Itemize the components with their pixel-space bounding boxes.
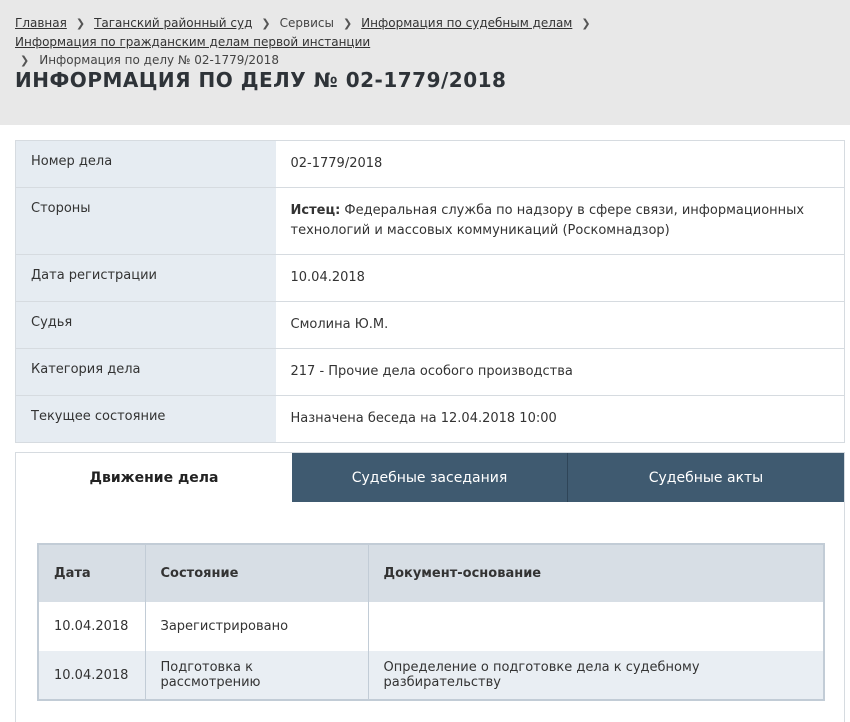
column-header-status: Состояние: [145, 544, 369, 602]
table-cell-date: 10.04.2018: [38, 651, 146, 700]
table-cell-document: [368, 602, 825, 651]
category-value: 217 - Прочие дела особого производства: [275, 348, 845, 396]
plaintiff-label: Истец:: [290, 203, 341, 218]
case-info-table: Номер дела 02-1779/2018 Стороны Истец: Ф…: [15, 140, 845, 443]
case-info-row: Категория дела 217 - Прочие дела особого…: [15, 348, 845, 396]
plaintiff-name: Федеральная служба по надзору в сфере св…: [290, 203, 805, 238]
breadcrumb-link-civil-cases[interactable]: Информация по гражданским делам первой и…: [15, 35, 370, 49]
tab-bar: Движение дела Судебные заседания Судебны…: [16, 453, 844, 502]
case-info-label: Категория дела: [15, 348, 276, 396]
column-header-date: Дата: [38, 544, 146, 602]
table-cell-date: 10.04.2018: [38, 602, 146, 651]
case-info-label: Стороны: [15, 187, 276, 255]
table-row: 10.04.2018 Зарегистрировано: [38, 602, 825, 651]
case-info-label: Текущее состояние: [15, 395, 276, 443]
column-header-document: Документ-основание: [368, 544, 825, 602]
current-status-value: Назначена беседа на 12.04.2018 10:00: [275, 395, 845, 443]
table-row: 10.04.2018 Подготовка к рассмотрению Опр…: [38, 651, 825, 700]
case-number-value: 02-1779/2018: [290, 156, 383, 171]
page-header: Главная ❯ Таганский районный суд ❯ Сервисы ❯ И…: [0, 0, 850, 125]
breadcrumb: Главная ❯ Таганский районный суд ❯ Сервисы ❯ И…: [15, 14, 845, 70]
case-info-row: Номер дела 02-1779/2018: [15, 140, 845, 188]
table-header-row: Дата Состояние Документ-основание: [38, 544, 825, 602]
table-cell-status: Подготовка к рассмотрению: [145, 651, 369, 700]
tab-case-movement[interactable]: Движение дела: [16, 453, 292, 502]
chevron-right-icon: ❯: [581, 17, 591, 30]
case-info-row: Стороны Истец: Федеральная служба по над…: [15, 187, 845, 255]
breadcrumb-link-court[interactable]: Таганский районный суд: [94, 16, 252, 30]
breadcrumb-link-case-info[interactable]: Информация по судебным делам: [361, 16, 572, 30]
case-info-label: Номер дела: [15, 140, 276, 188]
registration-date-value: 10.04.2018: [275, 254, 845, 302]
page-title: ИНФОРМАЦИЯ ПО ДЕЛУ № 02-1779/2018: [15, 68, 507, 92]
table-cell-document: Определение о подготовке дела к судебном…: [368, 651, 825, 700]
chevron-right-icon: ❯: [261, 17, 271, 30]
case-info-label: Судья: [15, 301, 276, 349]
parties-value: Истец: Федеральная служба по надзору в с…: [275, 187, 845, 255]
case-info-row: Дата регистрации 10.04.2018: [15, 254, 845, 302]
judge-value: Смолина Ю.М.: [275, 301, 845, 349]
case-info-row: Судья Смолина Ю.М.: [15, 301, 845, 349]
case-info-row: Текущее состояние Назначена беседа на 12…: [15, 395, 845, 443]
tab-court-hearings[interactable]: Судебные заседания: [292, 453, 568, 502]
tabs-panel: Движение дела Судебные заседания Судебны…: [15, 452, 845, 722]
table-cell-status: Зарегистрировано: [145, 602, 369, 651]
case-movement-table: Дата Состояние Документ-основание 10.04.…: [37, 543, 825, 701]
case-info-label: Дата регистрации: [15, 254, 276, 302]
chevron-right-icon: ❯: [75, 17, 86, 30]
breadcrumb-link-home[interactable]: Главная: [15, 16, 67, 30]
chevron-right-icon: ❯: [342, 17, 353, 30]
tab-court-acts[interactable]: Судебные акты: [568, 453, 844, 502]
breadcrumb-current: Информация по делу № 02-1779/2018: [39, 53, 279, 67]
breadcrumb-services: Сервисы: [279, 16, 334, 30]
